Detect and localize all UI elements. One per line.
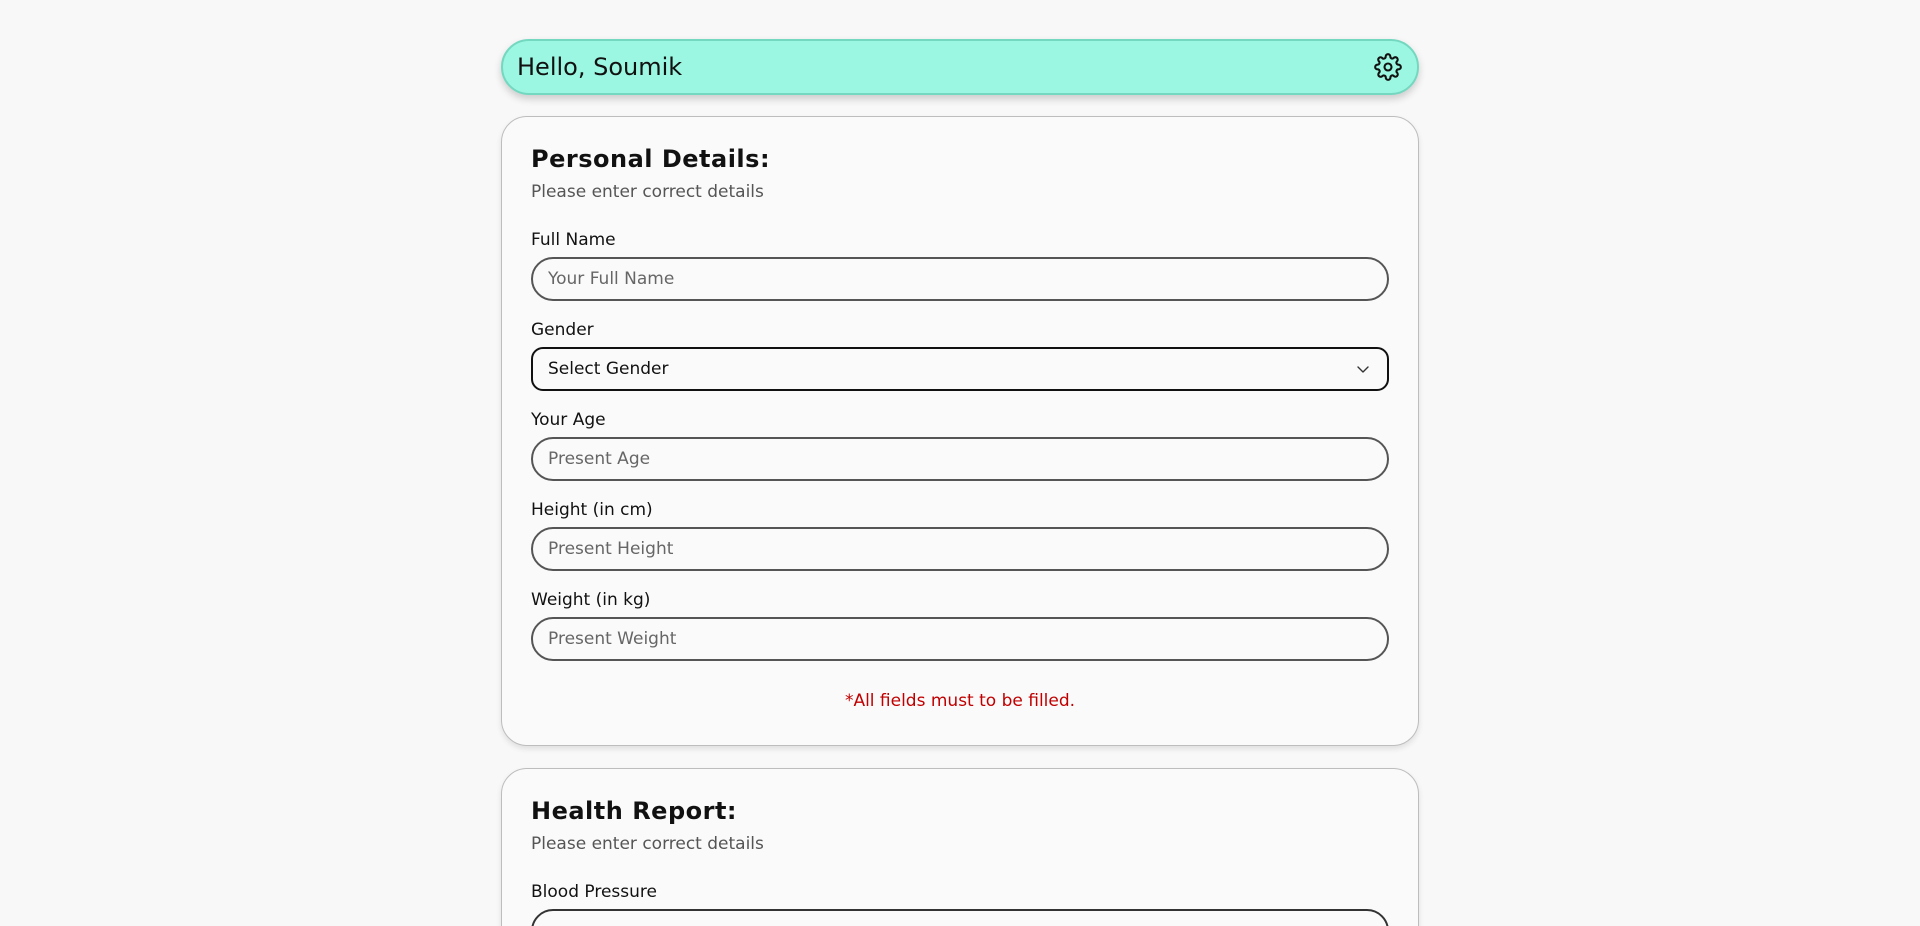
height-label: Height (in cm): [531, 500, 653, 520]
weight-label: Weight (in kg): [531, 590, 651, 610]
blood-pressure-field: Blood Pressure: [531, 881, 1389, 926]
gender-select[interactable]: Select Gender: [531, 347, 1389, 391]
blood-pressure-input[interactable]: [531, 909, 1389, 926]
gender-select-value: Select Gender: [548, 359, 669, 379]
full-name-label: Full Name: [531, 230, 616, 250]
height-input[interactable]: [531, 527, 1389, 571]
blood-pressure-label: Blood Pressure: [531, 882, 657, 902]
personal-details-title: Personal Details:: [531, 145, 771, 173]
settings-button[interactable]: [1373, 52, 1403, 82]
chevron-down-icon: [1357, 366, 1369, 373]
health-report-card: Health Report: Please enter correct deta…: [501, 768, 1419, 926]
age-label: Your Age: [531, 410, 606, 430]
weight-input[interactable]: [531, 617, 1389, 661]
personal-details-card: Personal Details: Please enter correct d…: [501, 116, 1419, 746]
gender-label: Gender: [531, 320, 594, 340]
age-field: Your Age: [531, 409, 1389, 481]
main-column: Hello, Soumik Personal Details: Please e…: [501, 39, 1419, 926]
full-name-field: Full Name: [531, 229, 1389, 301]
full-name-input[interactable]: [531, 257, 1389, 301]
age-input[interactable]: [531, 437, 1389, 481]
personal-details-subtitle: Please enter correct details: [531, 182, 764, 202]
health-report-subtitle: Please enter correct details: [531, 834, 764, 854]
greeting-bar: Hello, Soumik: [501, 39, 1419, 95]
page: Hello, Soumik Personal Details: Please e…: [0, 0, 1920, 926]
weight-field: Weight (in kg): [531, 589, 1389, 661]
gender-field: Gender Select Gender: [531, 319, 1389, 391]
greeting-text: Hello, Soumik: [517, 53, 683, 81]
height-field: Height (in cm): [531, 499, 1389, 571]
health-report-title: Health Report:: [531, 797, 738, 825]
required-fields-error: *All fields must to be filled.: [844, 691, 1076, 711]
gear-icon[interactable]: [1374, 53, 1402, 81]
